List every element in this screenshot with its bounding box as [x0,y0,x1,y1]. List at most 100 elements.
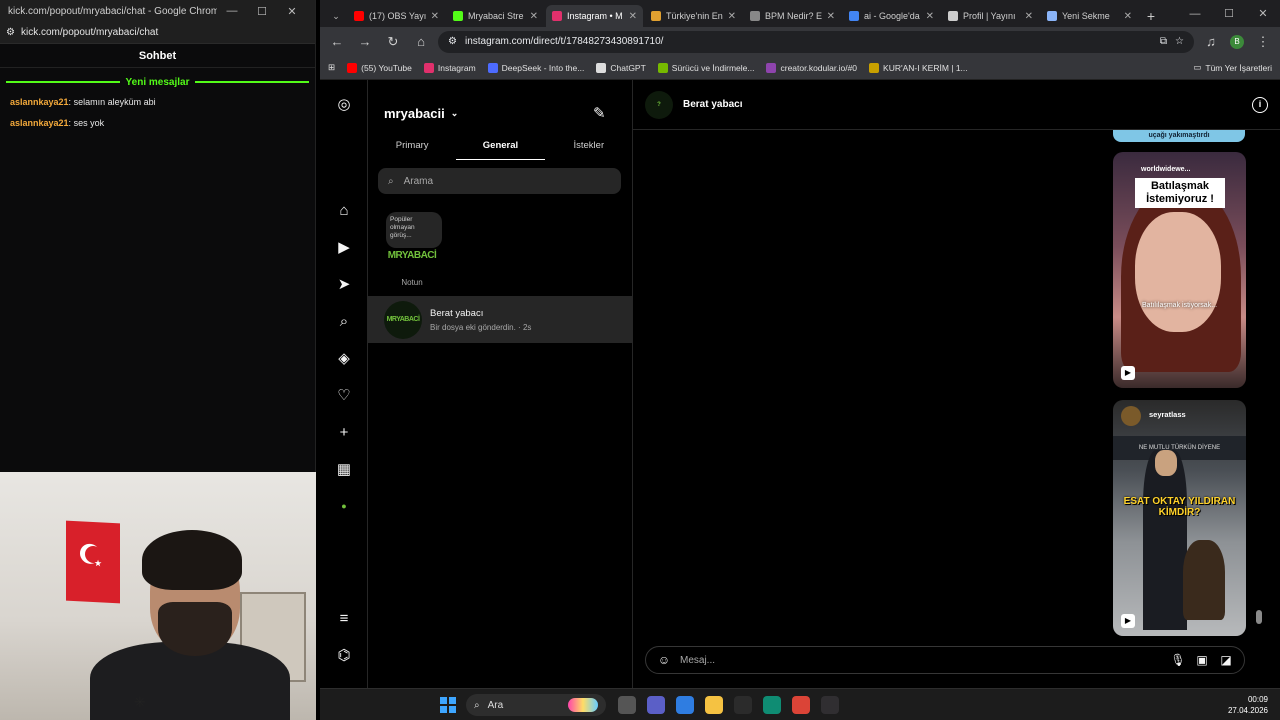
bookmark-item[interactable]: creator.kodular.io/#0 [766,62,857,73]
back-icon[interactable]: ← [326,31,348,53]
new-tab-button[interactable]: + [1140,5,1162,27]
bookmark-item[interactable]: ChatGPT [596,62,646,73]
task-view-icon[interactable] [618,696,636,714]
instagram-logo-icon[interactable]: ◎ [332,92,356,116]
bookmark-item[interactable]: (55) YouTube [347,62,412,73]
messages-icon[interactable]: ➤ [332,272,356,296]
reels-icon[interactable]: ▶ [332,235,356,259]
bookmark-label: Instagram [437,62,476,73]
site-info-icon[interactable]: ⚙ [6,27,15,38]
search-input[interactable]: ⌕ Arama [378,168,621,194]
message-input[interactable]: ☺ Mesaj... 🎙 ▣ ◪ [645,646,1245,674]
browser-tab[interactable]: (17) OBS Yayı ✕ [348,5,445,27]
bookmark-item[interactable]: DeepSeek - Into the... [487,62,584,73]
browser-tab[interactable]: Türkiye'nin En ✕ [645,5,742,27]
profile-avatar[interactable]: ● [332,494,356,518]
forward-icon[interactable]: → [354,31,376,53]
browser-tab[interactable]: Profil | Yayını ✕ [942,5,1039,27]
close-tab-icon[interactable]: ✕ [530,11,538,22]
search-icon[interactable]: ⌕ [332,309,356,333]
search-icon: ⌕ [474,699,480,711]
emoji-icon[interactable]: ☺ [656,653,672,667]
home-icon[interactable]: ⌂ [332,198,356,222]
copilot-icon[interactable] [676,696,694,714]
bookmark-star-icon[interactable]: ☆ [1175,36,1184,47]
streamer-hair [142,530,242,590]
info-icon[interactable]: i [1252,96,1268,113]
notifications-icon[interactable]: ♡ [332,383,356,407]
tab-title: Yeni Sekme [1062,11,1110,21]
close-icon[interactable]: ✕ [277,5,307,18]
menu-icon[interactable]: ⋮ [1252,31,1274,53]
close-tab-icon[interactable]: ✕ [431,11,439,22]
obs-icon[interactable] [821,696,839,714]
taskbar-search[interactable]: ⌕ Ara [466,694,606,716]
microphone-icon[interactable]: 🎙 [1170,653,1186,667]
chrome-icon[interactable] [792,696,810,714]
home-icon[interactable]: ⌂ [410,31,432,53]
bookmark-item[interactable]: Instagram [423,62,476,73]
file-explorer-icon[interactable] [705,696,723,714]
install-icon[interactable]: ⧉ [1160,36,1167,47]
conversation-item[interactable]: MRYABACİ Berat yabacı Bir dosya eki gönd… [368,296,633,343]
compose-icon[interactable]: ✎ [593,104,606,122]
shared-reel[interactable]: worldwidewe... Batılaşmak İstemiyoruz ! … [1113,152,1246,388]
bookmark-item[interactable]: KUR'AN-I KERİM | 1... [869,62,968,73]
browser-tab[interactable]: ai - Google'da ✕ [843,5,940,27]
create-icon[interactable]: + [332,420,356,444]
bookmark-item[interactable]: Sürücü ve İndirmele... [657,62,754,73]
chat-message-user[interactable]: aslannkaya21 [10,118,69,128]
close-tab-icon[interactable]: ✕ [1025,11,1033,22]
tab-search-icon[interactable]: ⌄ [326,5,346,27]
tab-title: BPM Nedir? E [765,11,822,21]
chat-message-user[interactable]: aslannkaya21 [10,97,69,107]
browser-tab[interactable]: Instagram • M ✕ [546,5,643,27]
shared-reel[interactable]: seyratlass NE MUTLU TÜRKÜN DİYENE ESAT O… [1113,400,1246,636]
more-menu-icon[interactable]: ≡ [332,606,356,630]
image-icon[interactable]: ▣ [1194,653,1210,667]
system-clock[interactable]: 00:09 27.04.2026 [1228,694,1268,716]
thread-name: Berat yabacı [430,307,484,319]
close-tab-icon[interactable]: ✕ [827,11,835,22]
close-tab-icon[interactable]: ✕ [1124,11,1132,22]
store-icon[interactable] [734,696,752,714]
chat-title[interactable]: Berat yabacı [683,99,1242,110]
apps-icon[interactable]: ⊞ [328,62,335,73]
sticker-icon[interactable]: ◪ [1218,653,1234,667]
tab-general[interactable]: General [456,134,545,160]
threads-icon[interactable]: ⌬ [332,643,356,667]
scrollbar[interactable] [1256,610,1262,624]
tab-primary[interactable]: Primary [368,134,456,160]
turkish-flag: ★ [66,520,120,604]
youtube-icon [347,62,358,73]
maximize-icon[interactable]: ☐ [1212,7,1246,20]
windows-start-icon[interactable] [440,697,456,713]
account-switcher[interactable]: mryabacii ⌄ [384,106,458,121]
profile-avatar[interactable]: B [1226,31,1248,53]
browser-tab[interactable]: Mryabaci Stre ✕ [447,5,544,27]
minimize-icon[interactable]: — [217,5,247,17]
media-icon[interactable]: ♫ [1200,31,1222,53]
your-note[interactable]: Popüler olmayan görüş... MRYABACİ Notun [386,212,442,287]
close-tab-icon[interactable]: ✕ [629,11,637,22]
browser-tab[interactable]: BPM Nedir? E ✕ [744,5,841,27]
dashboard-icon[interactable]: ▦ [332,457,356,481]
reload-icon[interactable]: ↻ [382,31,404,53]
close-tab-icon[interactable]: ✕ [926,11,934,22]
all-bookmarks[interactable]: ▭ Tüm Yer İşaretleri [1193,62,1272,73]
edge-icon[interactable] [763,696,781,714]
tab-title: Türkiye'nin En [666,11,723,21]
close-tab-icon[interactable]: ✕ [728,11,736,22]
chat-avatar[interactable]: ? [645,90,673,119]
reel-strip[interactable]: uçağı yakımaştırdı [1113,130,1245,142]
maximize-icon[interactable]: ☐ [247,5,277,18]
browser-tab[interactable]: Yeni Sekme ✕ [1041,5,1138,27]
close-icon[interactable]: ✕ [1246,7,1280,20]
kick-url-bar[interactable]: ⚙ kick.com/popout/mryabaci/chat [0,22,315,44]
teams-icon[interactable] [647,696,665,714]
minimize-icon[interactable]: — [1178,8,1212,20]
site-info-icon[interactable]: ⚙ [448,36,457,47]
tab-requests[interactable]: İstekler [545,134,633,160]
explore-icon[interactable]: ◈ [332,346,356,370]
address-bar[interactable]: ⚙ instagram.com/direct/t/178482734308917… [438,30,1194,53]
